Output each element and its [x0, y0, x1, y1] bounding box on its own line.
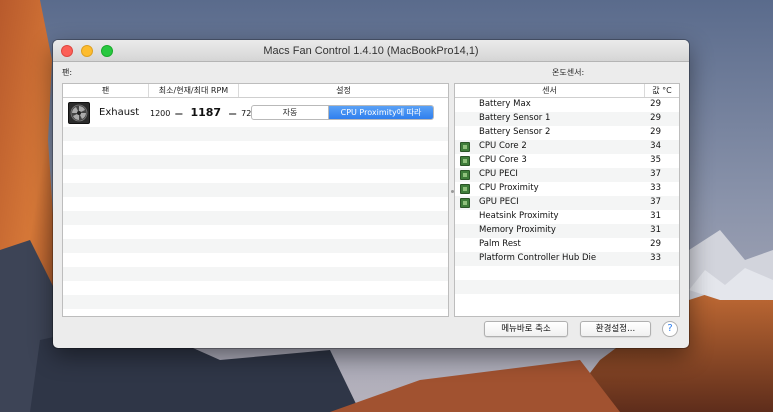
sensor-name: Memory Proximity [479, 225, 556, 235]
sensor-value: 29 [650, 99, 661, 109]
fan-max-rpm: 72 [241, 109, 252, 118]
sensor-name: Battery Max [479, 99, 531, 109]
minimize-window-button[interactable] [81, 45, 93, 57]
fan-row-exhaust[interactable]: Exhaust 1200 — 1187 — 72 자동 CPU Proximit… [63, 98, 448, 127]
window-title: Macs Fan Control 1.4.10 (MacBookPro14,1) [263, 45, 479, 57]
sensor-value: 29 [650, 239, 661, 249]
sensor-name: CPU Proximity [479, 183, 539, 193]
fan-min-rpm: 1200 [150, 109, 171, 118]
sensor-row[interactable]: CPU Proximity 33 [455, 182, 679, 196]
fan-mode-segmented-control: 자동 CPU Proximity에 따라 [251, 105, 434, 120]
sensor-value: 35 [650, 155, 661, 165]
column-header-fan[interactable]: 팬 [63, 84, 149, 97]
fan-mode-auto-button[interactable]: 자동 [252, 106, 329, 119]
column-header-settings[interactable]: 설정 [239, 84, 448, 97]
sensor-name: Heatsink Proximity [479, 211, 559, 221]
sensor-row[interactable]: GPU PECI 37 [455, 196, 679, 210]
sensor-name: Palm Rest [479, 239, 521, 249]
fan-table-header: 팬 최소/현재/최대 RPM 설정 [63, 84, 448, 98]
sensor-row[interactable]: Memory Proximity 31 [455, 224, 679, 238]
minimize-to-menubar-button[interactable]: 메뉴바로 축소 [484, 321, 568, 337]
sensor-row[interactable]: CPU Core 3 35 [455, 154, 679, 168]
rpm-separator: — [174, 109, 183, 118]
sensor-name: Battery Sensor 1 [479, 113, 551, 123]
chip-icon [460, 156, 470, 166]
sensor-value: 31 [650, 211, 661, 221]
sensor-name: GPU PECI [479, 197, 519, 207]
chip-icon [460, 170, 470, 180]
sensor-value: 31 [650, 225, 661, 235]
chip-icon [460, 142, 470, 152]
sensor-name: CPU Core 2 [479, 141, 527, 151]
sensor-value: 29 [650, 113, 661, 123]
sensor-name: Battery Sensor 2 [479, 127, 551, 137]
fan-rpm-readout: 1200 — 1187 — 72 [150, 106, 251, 119]
sensor-row[interactable]: Palm Rest 29 [455, 238, 679, 252]
column-header-rpm[interactable]: 최소/현재/최대 RPM [149, 84, 239, 97]
sensor-table: 센서 값 °C Battery Max 29 Battery Sensor 1 29 B… [454, 83, 680, 317]
sensor-value: 37 [650, 169, 661, 179]
sensor-table-header: 센서 값 °C [455, 84, 679, 98]
fan-current-rpm: 1187 [190, 106, 222, 119]
fan-table: 팬 최소/현재/최대 RPM 설정 Exhaust 1200 — 1187 — … [62, 83, 449, 317]
close-window-button[interactable] [61, 45, 73, 57]
chip-icon [460, 184, 470, 194]
sensor-name: Platform Controller Hub Die [479, 253, 597, 263]
fan-table-empty-rows [63, 127, 448, 316]
sensor-value: 33 [650, 183, 661, 193]
fan-icon [68, 102, 90, 124]
column-header-sensor[interactable]: 센서 [455, 84, 645, 97]
title-bar[interactable]: Macs Fan Control 1.4.10 (MacBookPro14,1) [53, 40, 689, 62]
chip-icon [460, 198, 470, 208]
fans-section-label: 팬: [62, 68, 73, 77]
preferences-button[interactable]: 환경설정... [580, 321, 651, 337]
sensor-row[interactable]: Heatsink Proximity 31 [455, 210, 679, 224]
sensor-value: 33 [650, 253, 661, 263]
sensor-name: CPU Core 3 [479, 155, 527, 165]
sensors-section-label: 온도센서: [552, 68, 585, 77]
sensor-row[interactable]: Battery Sensor 1 29 [455, 112, 679, 126]
zoom-window-button[interactable] [101, 45, 113, 57]
app-window: Macs Fan Control 1.4.10 (MacBookPro14,1)… [53, 40, 689, 348]
sensor-row[interactable]: Platform Controller Hub Die 33 [455, 252, 679, 266]
sensor-value: 29 [650, 127, 661, 137]
column-header-value[interactable]: 값 °C [645, 84, 679, 97]
sensor-value: 34 [650, 141, 661, 151]
sensor-rows: Battery Max 29 Battery Sensor 1 29 Battery S… [455, 98, 679, 308]
sensor-name: CPU PECI [479, 169, 518, 179]
sensor-row[interactable]: Battery Sensor 2 29 [455, 126, 679, 140]
fan-name: Exhaust [99, 107, 140, 118]
sensor-row[interactable]: CPU Core 2 34 [455, 140, 679, 154]
help-button[interactable]: ? [662, 321, 678, 337]
fan-mode-custom-button[interactable]: CPU Proximity에 따라 [329, 106, 433, 119]
sensor-empty-row [455, 266, 679, 280]
rpm-separator: — [228, 109, 237, 118]
sensor-empty-row [455, 280, 679, 294]
sensor-row[interactable]: Battery Max 29 [455, 98, 679, 112]
sensor-row[interactable]: CPU PECI 37 [455, 168, 679, 182]
sensor-empty-row [455, 294, 679, 308]
sensor-value: 37 [650, 197, 661, 207]
